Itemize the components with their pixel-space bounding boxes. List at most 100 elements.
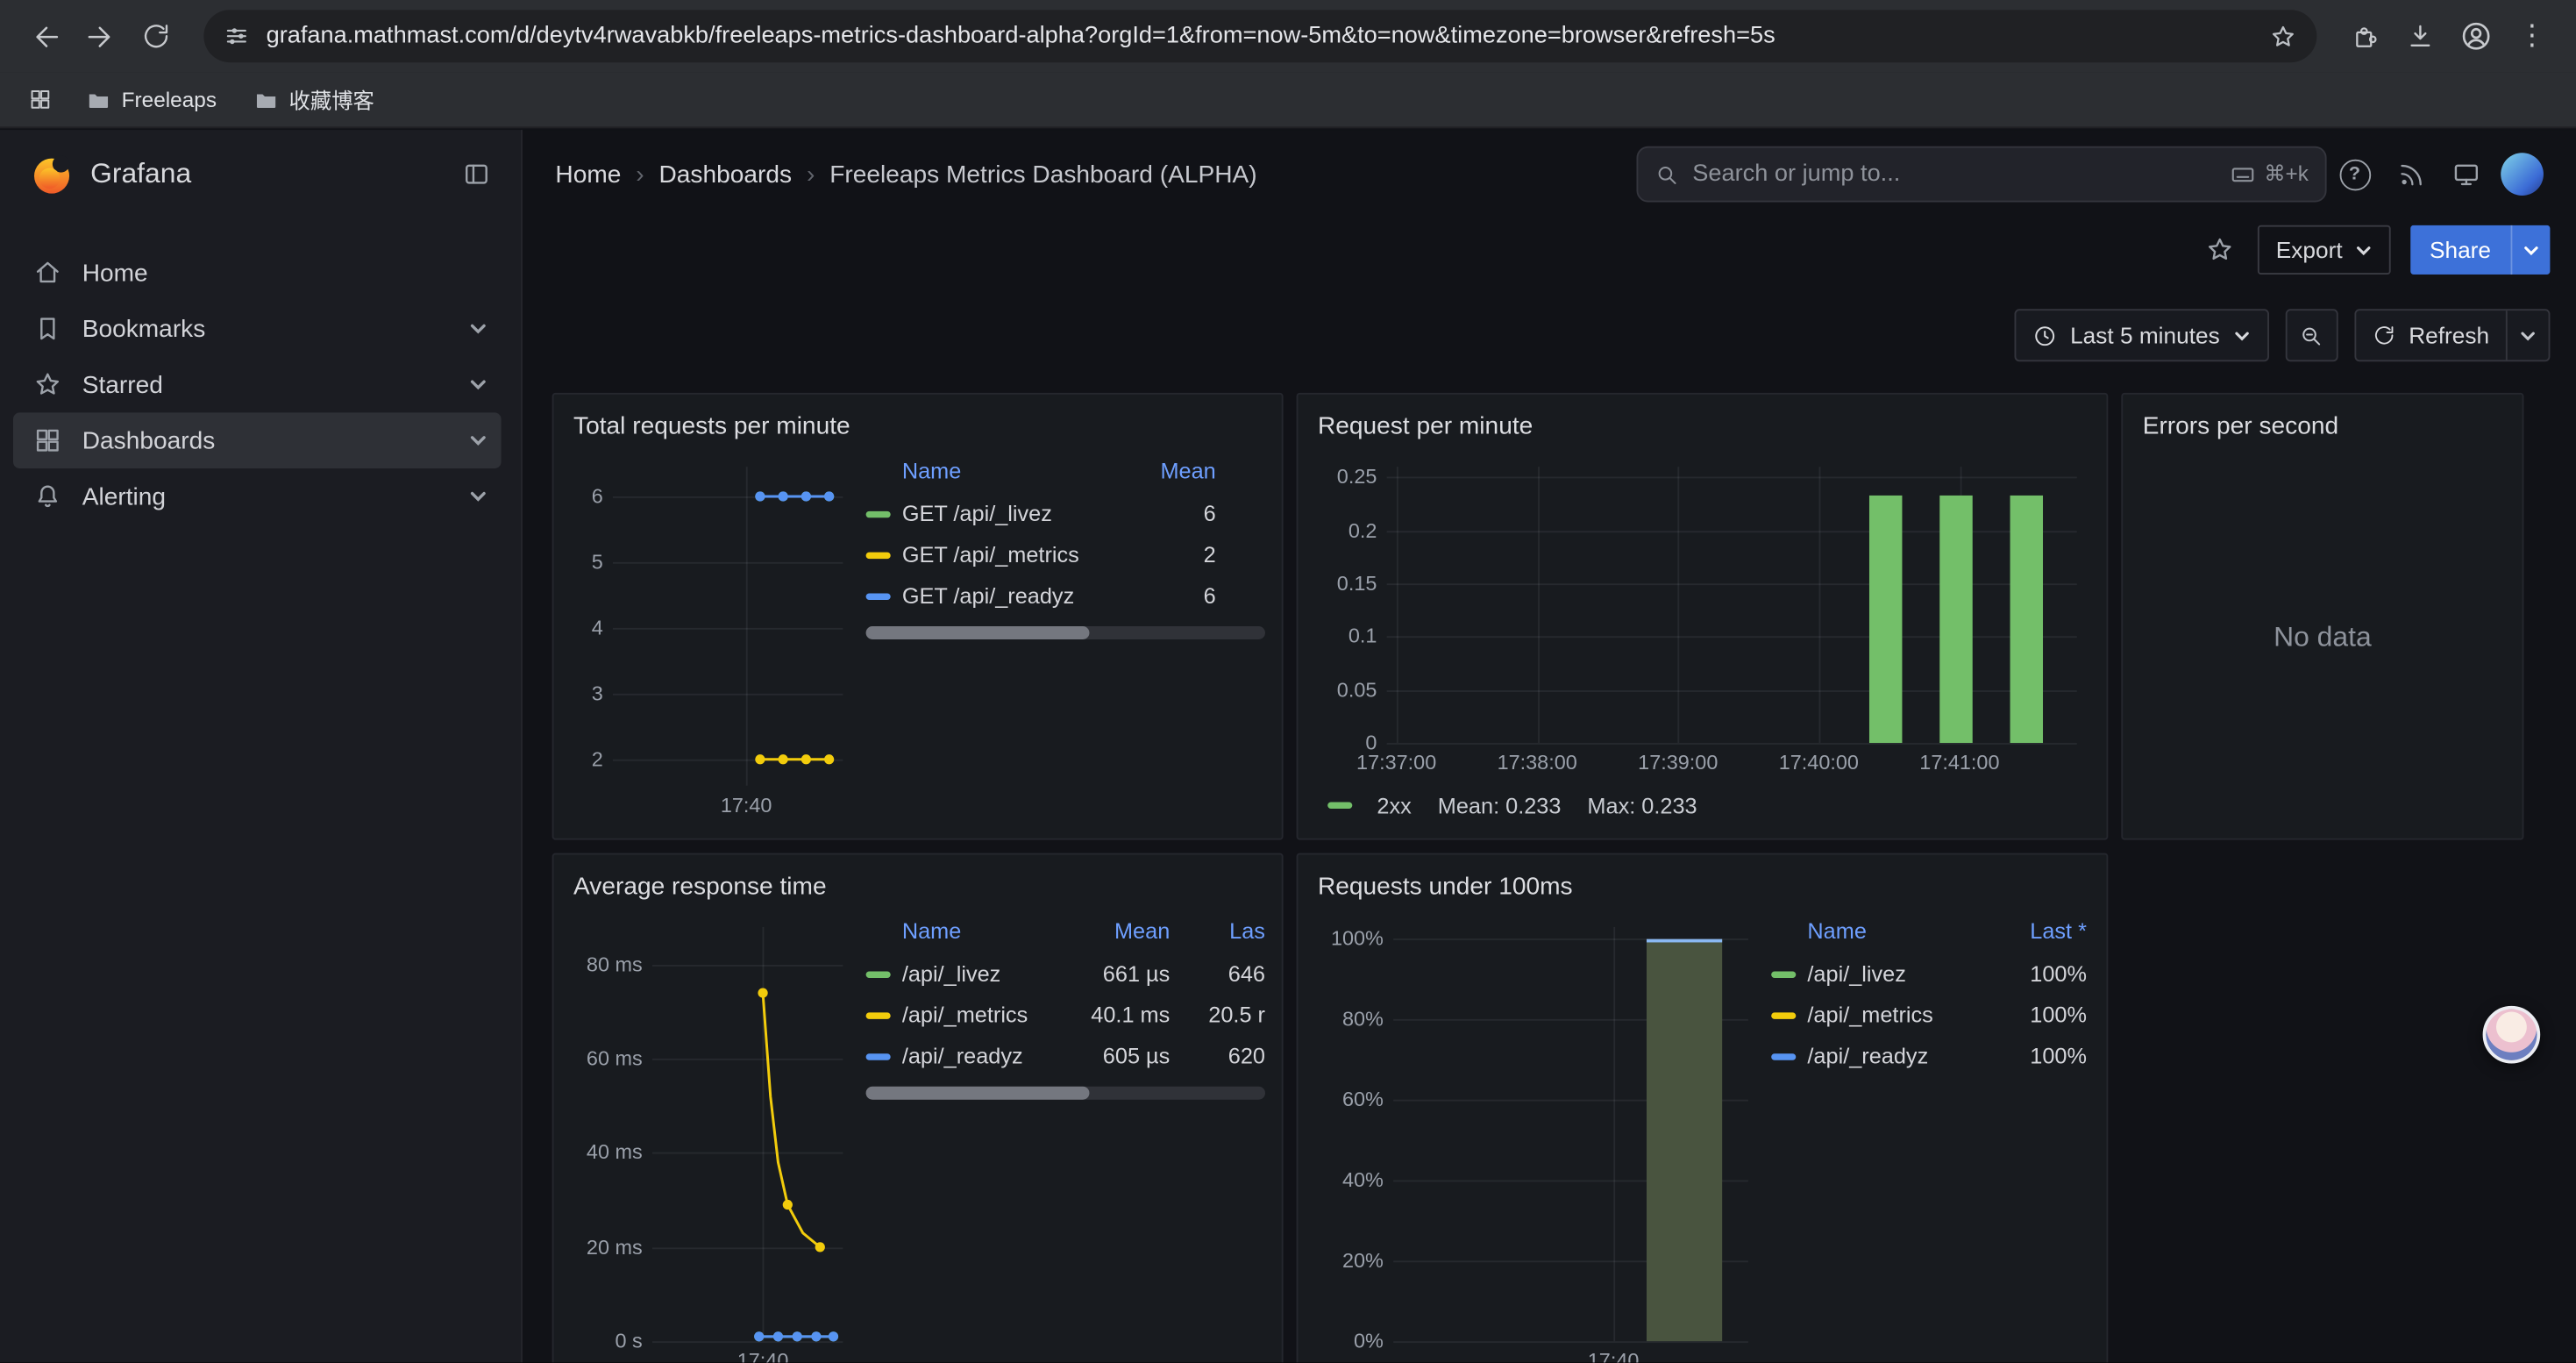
series-name[interactable]: /api/_metrics: [902, 1003, 1068, 1027]
profile-icon[interactable]: [2448, 8, 2504, 64]
chevron-down-icon: [2233, 326, 2252, 345]
reload-icon[interactable]: [128, 8, 184, 64]
breadcrumb-home[interactable]: Home: [555, 161, 621, 189]
series-name[interactable]: /api/_livez: [902, 961, 1068, 986]
floating-assistant-avatar[interactable]: [2483, 1006, 2541, 1064]
breadcrumb-current: Freeleaps Metrics Dashboard (ALPHA): [829, 161, 1256, 189]
legend-col-mean[interactable]: Mean: [1141, 459, 1216, 483]
chevron-down-icon[interactable]: [468, 319, 487, 339]
legend-row[interactable]: /api/_livez 100%: [1771, 953, 2087, 995]
share-menu-chevron-icon[interactable]: [2510, 225, 2550, 275]
bar-chart[interactable]: 100%80%60%40%20%0%17:40: [1318, 914, 1758, 1363]
bell-icon: [32, 482, 62, 511]
help-icon[interactable]: ?: [2327, 146, 2383, 203]
legend-row[interactable]: /api/_livez 661 µs 646: [866, 953, 1265, 995]
refresh-button[interactable]: Refresh: [2356, 310, 2506, 360]
panel-request-per-minute[interactable]: Request per minute 0.250.20.150.10.05017…: [1297, 393, 2109, 840]
search-placeholder: Search or jump to...: [1692, 161, 2217, 188]
sidebar-menu: Home Bookmarks Starred Dashboards: [0, 245, 521, 525]
series-last: 100%: [2002, 961, 2087, 986]
chevron-down-icon[interactable]: [468, 375, 487, 394]
legend-row[interactable]: /api/_metrics 100%: [1771, 995, 2087, 1036]
series-name[interactable]: /api/_readyz: [902, 1044, 1068, 1068]
series-last: 100%: [2002, 1044, 2087, 1068]
browser-menu-icon[interactable]: ⋮: [2504, 8, 2560, 64]
legend-horizontal-scrollbar[interactable]: [866, 626, 1265, 639]
timeseries-chart[interactable]: 80 ms60 ms40 ms20 ms0 s17:40: [573, 914, 853, 1363]
legend-row[interactable]: GET /api/_livez 6: [866, 493, 1265, 534]
user-avatar[interactable]: [2501, 153, 2544, 196]
sidebar-item-home[interactable]: Home: [13, 245, 502, 301]
bookmark-folder-blog[interactable]: 收藏博客: [239, 78, 388, 121]
bookmark-star-icon[interactable]: [2269, 22, 2297, 50]
share-button-group: Share: [2409, 225, 2550, 275]
series-name[interactable]: GET /api/_metrics: [902, 542, 1141, 567]
series-mean: 6: [1141, 583, 1216, 608]
bookmark-folder-freeleaps[interactable]: Freeleaps: [72, 78, 230, 121]
forward-icon[interactable]: [72, 8, 128, 64]
address-bar[interactable]: grafana.mathmast.com/d/deytv4rwavabkb/fr…: [203, 10, 2316, 62]
sidebar-item-starred[interactable]: Starred: [13, 357, 502, 413]
news-rss-icon[interactable]: [2382, 146, 2438, 203]
url-text[interactable]: grafana.mathmast.com/d/deytv4rwavabkb/fr…: [267, 23, 2253, 49]
panel-title[interactable]: Request per minute: [1318, 411, 2087, 444]
sidebar-item-bookmarks[interactable]: Bookmarks: [13, 301, 502, 357]
legend-col-name[interactable]: Name: [1771, 919, 2001, 944]
no-data-message: No data: [2143, 453, 2502, 822]
downloads-icon[interactable]: [2393, 8, 2449, 64]
legend-col-name[interactable]: Name: [866, 459, 1141, 483]
scrollbar-thumb[interactable]: [866, 1087, 1090, 1100]
legend-horizontal-scrollbar[interactable]: [866, 1087, 1265, 1100]
panel-title[interactable]: Total requests per minute: [573, 411, 1262, 444]
search-input[interactable]: Search or jump to... ⌘+k: [1637, 146, 2327, 203]
site-info-icon[interactable]: [224, 23, 250, 49]
series-mean: 6: [1141, 502, 1216, 526]
time-range-picker[interactable]: Last 5 minutes: [2014, 309, 2269, 361]
series-name[interactable]: 2xx: [1377, 793, 1411, 817]
legend-col-name[interactable]: Name: [866, 919, 1069, 944]
panel-requests-under-100ms[interactable]: Requests under 100ms 100%80%60%40%20%0%1…: [1297, 853, 2109, 1363]
legend-row[interactable]: /api/_readyz 100%: [1771, 1036, 2087, 1077]
dock-sidebar-icon[interactable]: [455, 153, 498, 196]
chevron-down-icon[interactable]: [468, 487, 487, 506]
extensions-icon[interactable]: [2337, 8, 2393, 64]
series-name[interactable]: /api/_livez: [1807, 961, 2001, 986]
chevron-down-icon[interactable]: [468, 431, 487, 450]
legend-row[interactable]: GET /api/_metrics 2: [866, 534, 1265, 575]
series-name[interactable]: /api/_readyz: [1807, 1044, 2001, 1068]
series-name[interactable]: GET /api/_readyz: [902, 583, 1141, 608]
series-name[interactable]: GET /api/_livez: [902, 502, 1141, 526]
export-button[interactable]: Export: [2258, 225, 2390, 275]
panel-title[interactable]: Requests under 100ms: [1318, 871, 2087, 903]
sidebar-item-alerting[interactable]: Alerting: [13, 468, 502, 525]
display-icon[interactable]: [2438, 146, 2494, 203]
timeseries-chart[interactable]: 6543217:40: [573, 453, 853, 828]
zoom-out-icon[interactable]: [2286, 309, 2338, 361]
legend-col-last[interactable]: Las: [1190, 919, 1265, 944]
legend-col-last[interactable]: Last *: [2002, 919, 2087, 944]
series-color-dash: [866, 552, 891, 558]
panel-errors-per-second[interactable]: Errors per second No data: [2121, 393, 2523, 840]
refresh-interval-chevron-icon[interactable]: [2506, 310, 2549, 360]
panel-average-response-time[interactable]: Average response time 80 ms60 ms40 ms20 …: [552, 853, 1284, 1363]
series-max: Max: 0.233: [1587, 793, 1697, 817]
sidebar-item-dashboards[interactable]: Dashboards: [13, 412, 502, 468]
legend-row[interactable]: /api/_metrics 40.1 ms 20.5 r: [866, 995, 1265, 1036]
legend-row[interactable]: /api/_readyz 605 µs 620: [866, 1036, 1265, 1077]
share-button[interactable]: Share: [2409, 225, 2510, 275]
series-last: 620: [1190, 1044, 1265, 1068]
star-icon: [32, 370, 62, 400]
breadcrumb-dashboards[interactable]: Dashboards: [659, 161, 793, 189]
legend-row[interactable]: GET /api/_readyz 6: [866, 575, 1265, 617]
panel-title[interactable]: Errors per second: [2143, 411, 2502, 444]
series-name[interactable]: /api/_metrics: [1807, 1003, 2001, 1027]
bar-chart[interactable]: 0.250.20.150.10.05017:37:0017:38:0017:39…: [1318, 453, 2087, 786]
panel-total-requests[interactable]: Total requests per minute 6543217:40 Nam…: [552, 393, 1284, 840]
back-icon[interactable]: [17, 8, 73, 64]
grafana-logo[interactable]: [30, 152, 75, 196]
legend-col-mean[interactable]: Mean: [1068, 919, 1170, 944]
scrollbar-thumb[interactable]: [866, 626, 1090, 639]
panel-title[interactable]: Average response time: [573, 871, 1262, 903]
apps-grid-icon[interactable]: [17, 76, 62, 122]
favorite-star-icon[interactable]: [2202, 232, 2238, 268]
